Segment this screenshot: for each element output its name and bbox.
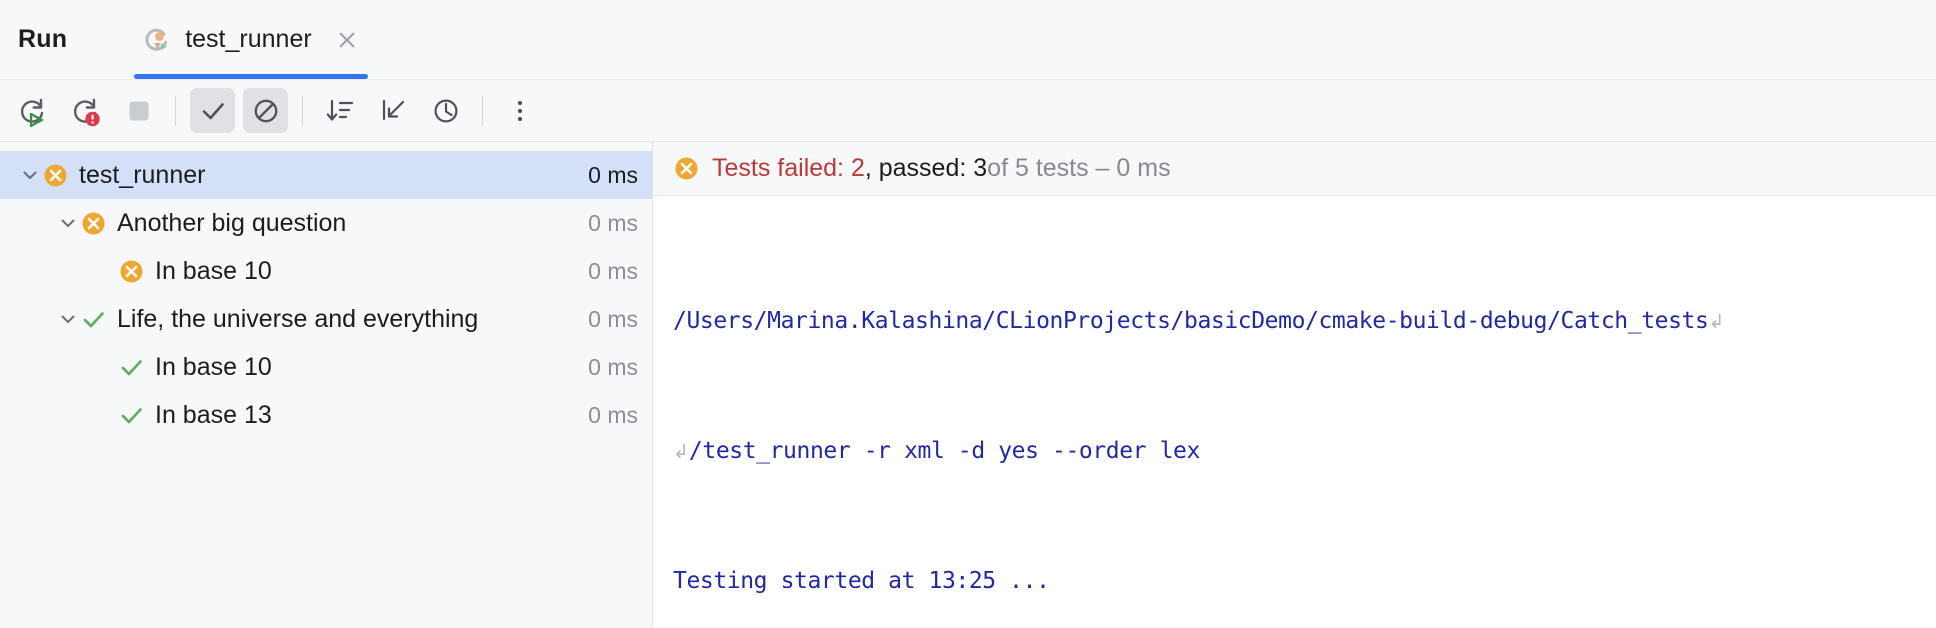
- stop-button[interactable]: [116, 88, 161, 133]
- tab-bar: Run test_runner: [0, 0, 1936, 79]
- test-name: Life, the universe and everything: [117, 305, 574, 334]
- test-name: Another big question: [117, 209, 574, 238]
- expand-collapse-button[interactable]: [370, 88, 415, 133]
- chevron-down-icon[interactable]: [18, 163, 42, 187]
- run-tool-window-title: Run: [18, 25, 67, 54]
- summary-passed-count: , passed: 3: [865, 156, 987, 181]
- chevron-down-icon[interactable]: [56, 307, 80, 331]
- test-passed-icon: [80, 306, 107, 333]
- soft-wrap-icon: ↲: [673, 441, 689, 463]
- toolbar-separator: [175, 96, 176, 126]
- chevron-down-icon[interactable]: [56, 211, 80, 235]
- summary-failed-count: Tests failed: 2: [712, 156, 865, 181]
- test-history-button[interactable]: [423, 88, 468, 133]
- test-tree-row[interactable]: Another big question 0 ms: [0, 199, 652, 247]
- test-duration: 0 ms: [574, 306, 638, 333]
- rerun-failed-tests-button[interactable]: [63, 88, 108, 133]
- test-duration: 0 ms: [574, 258, 638, 285]
- console-testing-started: Testing started at 13:25 ...: [673, 568, 1050, 594]
- test-duration: 0 ms: [574, 354, 638, 381]
- test-duration: 0 ms: [574, 210, 638, 237]
- run-content: test_runner 0 ms Another big question 0 …: [0, 142, 1936, 628]
- test-passed-icon: [118, 402, 145, 429]
- test-name: test_runner: [79, 161, 574, 190]
- more-options-button[interactable]: [497, 88, 542, 133]
- toolbar-separator: [302, 96, 303, 126]
- toolbar-separator: [482, 96, 483, 126]
- test-duration: 0 ms: [574, 162, 638, 189]
- clion-test-run-icon: [142, 25, 172, 55]
- tab-active-underline: [134, 74, 367, 79]
- run-toolbar: [0, 79, 1936, 142]
- test-summary-bar: Tests failed: 2 , passed: 3 of 5 tests –…: [653, 142, 1936, 196]
- console-line: ↲/test_runner -r xml -d yes --order lex: [673, 430, 1936, 474]
- soft-wrap-icon: ↲: [1708, 311, 1724, 333]
- test-name: In base 10: [155, 257, 574, 286]
- console-output[interactable]: /Users/Marina.Kalashina/CLionProjects/ba…: [653, 196, 1936, 628]
- show-ignored-tests-button[interactable]: [243, 88, 288, 133]
- test-passed-icon: [118, 354, 145, 381]
- test-name: In base 10: [155, 353, 574, 382]
- test-tree-row[interactable]: test_runner 0 ms: [0, 151, 652, 199]
- test-duration: 0 ms: [574, 402, 638, 429]
- run-tool-window: Run test_runner: [0, 0, 1936, 628]
- sort-by-duration-button[interactable]: [317, 88, 362, 133]
- test-tree-panel[interactable]: test_runner 0 ms Another big question 0 …: [0, 142, 653, 628]
- test-failed-icon: [42, 162, 69, 189]
- tab-label: test_runner: [185, 25, 311, 54]
- test-name: In base 13: [155, 401, 574, 430]
- failed-icon: [673, 155, 700, 182]
- summary-total: of 5 tests – 0 ms: [987, 156, 1170, 181]
- show-passed-tests-button[interactable]: [190, 88, 235, 133]
- test-tree-row[interactable]: Life, the universe and everything 0 ms: [0, 295, 652, 343]
- close-icon[interactable]: [336, 29, 358, 51]
- console-command-path: /Users/Marina.Kalashina/CLionProjects/ba…: [673, 308, 1708, 334]
- test-failed-icon: [80, 210, 107, 237]
- tab-test-runner[interactable]: test_runner: [134, 0, 367, 79]
- console-command-args: /test_runner -r xml -d yes --order lex: [689, 438, 1200, 464]
- console-line: Testing started at 13:25 ...: [673, 560, 1936, 603]
- test-tree-row[interactable]: In base 13 0 ms: [0, 391, 652, 439]
- console-panel: Tests failed: 2 , passed: 3 of 5 tests –…: [653, 142, 1936, 628]
- console-line: /Users/Marina.Kalashina/CLionProjects/ba…: [673, 300, 1936, 344]
- test-failed-icon: [118, 258, 145, 285]
- test-tree-row[interactable]: In base 10 0 ms: [0, 247, 652, 295]
- rerun-button[interactable]: [10, 88, 55, 133]
- test-tree-row[interactable]: In base 10 0 ms: [0, 343, 652, 391]
